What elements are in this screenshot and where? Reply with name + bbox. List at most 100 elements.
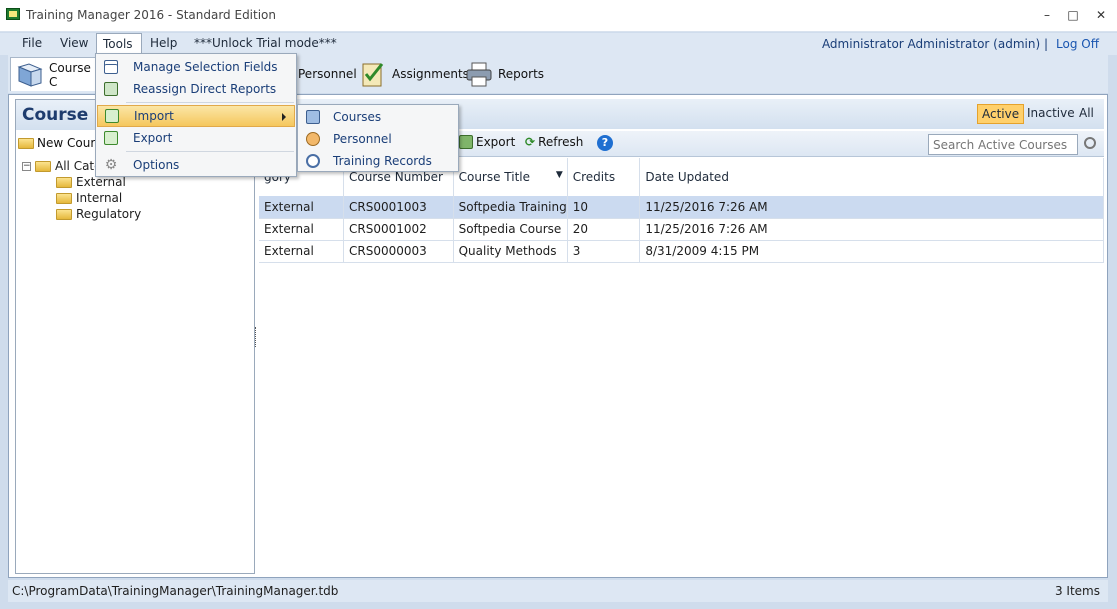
courses-table: gory Course Number Course Title ▼ Credit… (259, 158, 1104, 263)
tree-label: External (76, 175, 126, 189)
menu-item-label: Options (133, 158, 180, 172)
tab-personnel[interactable]: Personnel (294, 57, 357, 91)
reassign-icon (97, 82, 125, 96)
menu-item-label: Export (133, 131, 173, 145)
cell-credits: 10 (567, 196, 641, 219)
column-credits[interactable]: Credits (567, 158, 641, 196)
search-input[interactable] (928, 134, 1078, 155)
cell-credits: 20 (567, 218, 641, 241)
folder-icon (56, 176, 72, 188)
gear-icon: ⚙ (104, 157, 118, 173)
refresh-label: Refresh (538, 135, 584, 149)
database-path: C:\ProgramData\TrainingManager\TrainingM… (12, 584, 339, 598)
logoff-link[interactable]: Log Off (1056, 37, 1099, 51)
refresh-icon: ⟳ (525, 135, 536, 149)
export-label: Export (476, 135, 516, 149)
submenu-item-label: Courses (333, 110, 382, 124)
cell-date-updated: 11/25/2016 7:26 AM (639, 196, 1104, 219)
export-icon (97, 131, 125, 145)
column-course-title[interactable]: Course Title ▼ (453, 158, 568, 196)
import-submenu: Courses Personnel Training Records (297, 104, 459, 172)
tab-assignments[interactable]: Assignments (354, 57, 469, 91)
new-course-button[interactable]: New Cours (16, 132, 102, 154)
title-bar: Training Manager 2016 - Standard Edition… (0, 0, 1117, 32)
menu-item-reassign-direct-reports[interactable]: Reassign Direct Reports (97, 78, 295, 100)
cell-credits: 3 (567, 240, 641, 263)
tools-menu: Manage Selection Fields Reassign Direct … (95, 53, 297, 177)
import-icon (98, 109, 126, 123)
menu-view[interactable]: View (54, 33, 94, 55)
status-bar: C:\ProgramData\TrainingManager\TrainingM… (8, 580, 1108, 602)
book-icon (15, 61, 45, 89)
refresh-button[interactable]: ⟳ Refresh (525, 135, 583, 149)
menu-item-options[interactable]: ⚙ Options (97, 154, 295, 176)
menu-help[interactable]: Help (144, 33, 183, 55)
cell-course-number: CRS0001003 (343, 196, 454, 219)
submenu-item-courses[interactable]: Courses (299, 106, 457, 128)
column-date-updated[interactable]: Date Updated (639, 158, 1104, 196)
cell-category: External (259, 240, 345, 263)
filter-active[interactable]: Active (977, 104, 1025, 124)
table-row[interactable]: External CRS0000003 Quality Methods 3 8/… (259, 240, 1104, 263)
cell-category: External (259, 218, 345, 241)
new-course-label: New Cours (37, 136, 102, 150)
cell-course-title: Softpedia Course (453, 218, 568, 241)
menu-tools[interactable]: Tools (96, 33, 142, 55)
table-row[interactable]: External CRS0001003 Softpedia Training 1… (259, 196, 1104, 219)
table-row[interactable]: External CRS0001002 Softpedia Course 20 … (259, 218, 1104, 241)
new-folder-icon (18, 137, 34, 149)
cell-date-updated: 11/25/2016 7:26 AM (639, 218, 1104, 241)
cell-course-number: CRS0001002 (343, 218, 454, 241)
submenu-item-training-records[interactable]: Training Records (299, 150, 457, 172)
tab-course-catalog[interactable]: Course C (10, 57, 102, 91)
minimize-button[interactable]: – (1036, 6, 1058, 24)
menu-item-export[interactable]: Export (97, 127, 295, 149)
search-icon[interactable] (1084, 137, 1096, 149)
list-icon (97, 60, 125, 74)
menu-item-label: Reassign Direct Reports (133, 82, 277, 96)
help-button[interactable]: ? (597, 135, 613, 151)
maximize-button[interactable]: □ (1062, 6, 1084, 24)
filter-all[interactable]: All (1075, 104, 1098, 124)
column-course-title-label: Course Title (458, 170, 531, 184)
printer-icon (464, 60, 494, 88)
filter-inactive[interactable]: Inactive (1023, 104, 1079, 124)
cell-course-title: Softpedia Training (453, 196, 568, 219)
checklist-icon (358, 60, 388, 88)
submenu-item-label: Personnel (333, 132, 392, 146)
menu-unlock-trial[interactable]: ***Unlock Trial mode*** (188, 33, 343, 55)
cell-course-title: Quality Methods (453, 240, 568, 263)
book-icon (299, 110, 327, 124)
tree-item-regulatory[interactable]: Regulatory (22, 206, 141, 222)
window-title: Training Manager 2016 - Standard Edition (26, 8, 277, 22)
sort-down-icon: ▼ (555, 170, 563, 180)
page-title: Course C (22, 105, 107, 125)
tab-personnel-label: Personnel (298, 67, 357, 81)
close-button[interactable]: ✕ (1090, 6, 1112, 24)
folder-icon (56, 208, 72, 220)
folder-icon (56, 192, 72, 204)
submenu-arrow-icon (282, 113, 286, 121)
collapse-icon[interactable]: − (22, 161, 31, 171)
tree-item-internal[interactable]: Internal (22, 190, 141, 206)
clock-icon (299, 154, 327, 168)
tab-reports[interactable]: Reports (460, 57, 544, 91)
tab-assignments-label: Assignments (392, 67, 469, 81)
export-button[interactable]: Export (459, 135, 515, 149)
pane-splitter[interactable] (255, 327, 258, 347)
menu-bar: File View Tools Help ***Unlock Trial mod… (0, 33, 1117, 55)
item-count: 3 Items (1054, 584, 1100, 598)
menu-separator (126, 151, 294, 152)
menu-item-manage-selection-fields[interactable]: Manage Selection Fields (97, 56, 295, 78)
menu-file[interactable]: File (16, 33, 48, 55)
cell-category: External (259, 196, 345, 219)
menu-item-label: Manage Selection Fields (133, 60, 278, 74)
submenu-item-label: Training Records (333, 154, 432, 168)
menu-separator (126, 102, 294, 103)
current-user-label: Administrator Administrator (admin) | (821, 37, 1048, 51)
cell-date-updated: 8/31/2009 4:15 PM (639, 240, 1104, 263)
export-icon (459, 135, 473, 149)
menu-item-import[interactable]: Import (97, 105, 295, 127)
tab-course-catalog-label: Course C (49, 60, 91, 89)
submenu-item-personnel[interactable]: Personnel (299, 128, 457, 150)
